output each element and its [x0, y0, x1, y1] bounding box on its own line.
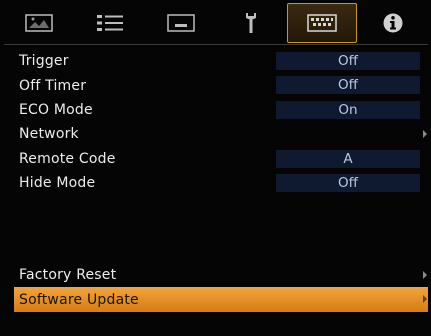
- setup-sliders-icon: [95, 13, 125, 33]
- menu-item-label: ECO Mode: [19, 101, 93, 118]
- bottom-menu-list: Factory Reset Software Update: [14, 263, 428, 312]
- menu-item-value: A: [276, 149, 420, 168]
- menu-item-value: Off: [276, 173, 420, 192]
- menu-item-value: Off: [276, 52, 420, 70]
- display-icon: [166, 14, 195, 32]
- tab-picture[interactable]: [4, 3, 75, 43]
- menu-item-value: On: [276, 100, 420, 119]
- menu-item-label: Off Timer: [19, 77, 87, 94]
- menu-item-hide-mode[interactable]: Hide Mode Off: [14, 171, 428, 195]
- menu-item-label: Network: [19, 126, 79, 143]
- tab-installation[interactable]: [216, 3, 287, 43]
- tab-information[interactable]: [357, 3, 428, 43]
- menu-item-factory-reset[interactable]: Factory Reset: [14, 263, 428, 287]
- submenu-arrow-icon: [423, 295, 427, 304]
- menu-item-network[interactable]: Network: [14, 122, 428, 146]
- projector-menu-screen: Trigger Off Off Timer Off ECO Mode On Ne…: [0, 0, 431, 336]
- menu-item-eco-mode[interactable]: ECO Mode On: [14, 98, 428, 122]
- keyboard-icon: [307, 14, 337, 32]
- menu-item-software-update[interactable]: Software Update: [14, 287, 428, 312]
- menu-tab-bar: [4, 3, 428, 43]
- submenu-arrow-icon: [423, 130, 427, 139]
- menu-item-off-timer[interactable]: Off Timer Off: [14, 73, 428, 97]
- menu-item-label: Trigger: [19, 53, 69, 70]
- tab-divider: [4, 44, 428, 45]
- info-icon: [382, 12, 404, 34]
- tab-display[interactable]: [145, 3, 216, 43]
- function-menu-list: Trigger Off Off Timer Off ECO Mode On Ne…: [14, 49, 428, 195]
- wrench-icon: [244, 12, 258, 34]
- tab-setup[interactable]: [75, 3, 146, 43]
- menu-item-label: Remote Code: [19, 150, 116, 167]
- menu-item-value: Off: [276, 76, 420, 95]
- menu-item-label: Software Update: [19, 291, 139, 308]
- menu-item-trigger[interactable]: Trigger Off: [14, 49, 428, 73]
- picture-icon: [25, 14, 54, 32]
- tab-function[interactable]: [286, 3, 358, 43]
- menu-item-label: Factory Reset: [19, 267, 117, 284]
- submenu-arrow-icon: [423, 271, 427, 279]
- menu-item-remote-code[interactable]: Remote Code A: [14, 147, 428, 171]
- menu-item-label: Hide Mode: [19, 175, 96, 192]
